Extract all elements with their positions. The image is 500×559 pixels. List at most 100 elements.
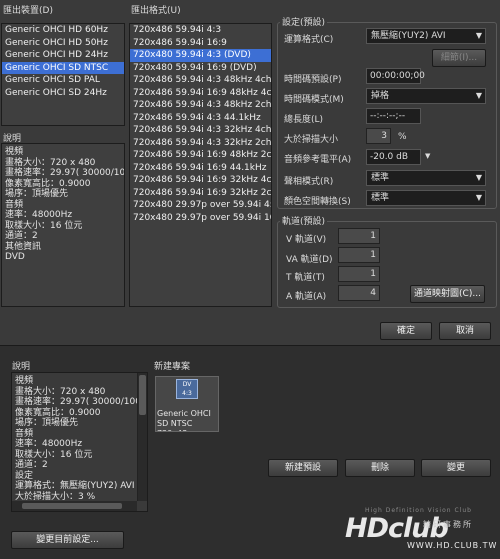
timecode-mode-label: 時間碼模式(M) [284,95,344,105]
overscan-field[interactable]: 3 [366,128,391,144]
export-format-item[interactable]: 720x486 59.94i 16:9 32kHz 4ch [130,174,271,187]
description-line: 視頻 [15,376,34,386]
timecode-preset-field[interactable]: 00:00:00;00 [366,68,425,84]
description-line: 場序：頂場優先 [5,189,69,199]
description-line: 像素寬高比：0.9000 [5,178,91,189]
va-track-label: VA 軌道(D) [286,255,333,265]
description-line: DVD [5,252,25,262]
preset-name: Generic OHCI SD NTSC 720x48... [157,409,211,431]
export-format-item[interactable]: 720x486 59.94i 16:9 48kHz 2ch [130,149,271,162]
t-track-field[interactable]: 1 [338,266,380,282]
description-line: 速率：48000Hz [5,210,73,220]
bottom-description-title: 說明 [12,362,31,372]
description-line: 音頻 [15,428,34,439]
description-line: 運算格式：無壓縮(YUY2) AVI [15,481,135,491]
color-space-label: 顏色空間轉換(S) [284,197,351,207]
preset-item[interactable]: DV4:3 Generic OHCI SD NTSC 720x48... [155,376,219,432]
chevron-down-icon: ▼ [475,31,482,40]
hdclub-watermark-logo: High Definition Vision Club HDclub 精研事務所… [345,505,496,555]
export-format-item[interactable]: 720x486 59.94i 4:3 32kHz 4ch [130,124,271,137]
description-line: 其他資訊 [5,241,42,252]
description-line: 取樣大小：16 位元 [5,220,83,231]
export-device-item[interactable]: Generic OHCI HD 60Hz [2,24,124,37]
description-box: 視頻畫格大小：720 x 480畫格速率：29.97( 30000/1001 )… [1,143,125,307]
description-line: 音頻 [5,199,24,210]
description-line: 設定 [15,470,34,481]
export-format-list[interactable]: 720x486 59.94i 4:3 720x486 59.94i 16:9 720… [129,23,272,307]
cancel-button[interactable]: 取消 [439,322,491,340]
export-device-item[interactable]: Generic OHCI HD 24Hz [2,49,124,62]
delete-button[interactable]: 刪除 [345,459,415,477]
v-track-label: V 軌道(V) [286,235,327,245]
color-space-value: 標準 [371,193,390,203]
description-line: 畫格大小：720 x 480 [15,386,106,397]
description-line: 畫格速率：29.97( 30000/1001 ) [15,397,148,407]
export-format-item[interactable]: 720x480 29.97p over 59.94i 16:9 [130,212,271,225]
change-button[interactable]: 變更 [421,459,491,477]
timecode-preset-label: 時間碼預設(P) [284,75,342,85]
export-format-title: 匯出格式(U) [131,6,181,16]
va-track-field[interactable]: 1 [338,247,380,263]
export-format-item[interactable]: 720x486 59.94i 4:3 [130,24,271,37]
export-format-item[interactable]: 720x486 59.94i 16:9 48kHz 4ch [130,87,271,100]
ok-button[interactable]: 確定 [380,322,432,340]
timecode-mode-select[interactable]: 掉格 ▼ [366,88,486,104]
audio-ref-dropdown-icon[interactable]: ▼ [425,152,430,160]
total-length-label: 總長度(L) [284,115,324,125]
description-line: 場序：頂場優先 [15,418,79,428]
chevron-down-icon: ▼ [475,193,482,202]
new-project-title: 新建專案 [154,362,191,372]
phase-mode-value: 標準 [371,173,390,183]
export-format-item[interactable]: 720x486 59.94i 4:3 48kHz 2ch [130,99,271,112]
codec-select[interactable]: 無壓縮(YUY2) AVI ▼ [366,28,486,44]
description-line: 像素寬高比：0.9000 [15,407,101,418]
total-length-field[interactable]: --:--:--;-- [366,108,421,124]
description-line: 速率：48000Hz [15,439,83,449]
export-format-item[interactable]: 720x486 59.94i 16:9 32kHz 2ch [130,187,271,200]
phase-mode-label: 聲相模式(R) [284,177,334,187]
dv-icon: DV 4:3 [176,379,198,399]
export-format-item[interactable]: 720x486 59.94i 4:3 44.1kHz [130,112,271,125]
a-track-label: A 軌道(A) [286,292,327,302]
chevron-down-icon: ▼ [475,173,482,182]
description-line: 畫格速率：29.97( 30000/1001 ) [5,168,125,178]
overscan-label: 大於掃描大小 [284,135,339,145]
bottom-description-vscroll[interactable] [137,373,147,501]
chevron-down-icon: ▼ [475,91,482,100]
overscan-unit: % [398,132,407,142]
export-device-item[interactable]: Generic OHCI HD 50Hz [2,37,124,50]
export-device-list[interactable]: Generic OHCI HD 60Hz Generic OHCI HD 50Hz… [1,23,125,126]
phase-mode-select[interactable]: 標準 ▼ [366,170,486,186]
export-format-item[interactable]: 720x480 29.97p over 59.94i 4:3 [130,199,271,212]
a-track-field[interactable]: 4 [338,285,380,301]
description-line: 通道：2 [15,460,48,470]
export-device-item[interactable]: Generic OHCI SD NTSC [2,61,124,74]
new-preset-button[interactable]: 新建預設 [268,459,338,477]
export-format-item[interactable]: 720x486 59.94i 16:9 44.1kHz [130,162,271,175]
export-format-item[interactable]: 720x486 59.94i 4:3 32kHz 2ch [130,137,271,150]
codec-label: 運算格式(C) [284,35,334,45]
description-line: 畫格大小：720 x 480 [5,157,96,168]
description-line: 視頻 [5,147,24,157]
bottom-description-hscroll[interactable] [12,501,137,511]
export-format-item[interactable]: 720x486 59.94i 4:3 48kHz 4ch [130,74,271,87]
settings-group-title: 設定(預設) [280,15,328,28]
timecode-mode-value: 掉格 [371,91,390,101]
bottom-description-box: 視頻 畫格大小：720 x 480 畫格速率：29.97( 30000/1001 )… [11,372,148,512]
export-format-item[interactable]: 720x480 59.94i 4:3 (DVD) [130,49,271,62]
color-space-select[interactable]: 標準 ▼ [366,190,486,206]
export-device-item[interactable]: Generic OHCI SD PAL [2,74,124,87]
export-format-item[interactable]: 720x480 59.94i 16:9 (DVD) [130,62,271,75]
description-line: 通道：2 [5,231,38,241]
description-line: 取樣大小：16 位元 [15,449,93,460]
audio-ref-label: 音頻參考電平(A) [284,155,352,165]
detail-button[interactable]: 細節(I)... [432,49,486,67]
v-track-field[interactable]: 1 [338,228,380,244]
export-device-item[interactable]: Generic OHCI SD 24Hz [2,87,124,100]
export-format-item[interactable]: 720x486 59.94i 16:9 [130,37,271,50]
watermark-subtitle: 精研事務所 [423,520,473,529]
change-current-settings-button[interactable]: 變更目前設定... [11,531,124,549]
channel-map-button[interactable]: 通道映射圖(C)... [410,285,485,303]
export-device-title: 匯出裝置(D) [3,6,53,16]
audio-ref-field[interactable]: -20.0 dB [366,149,421,165]
